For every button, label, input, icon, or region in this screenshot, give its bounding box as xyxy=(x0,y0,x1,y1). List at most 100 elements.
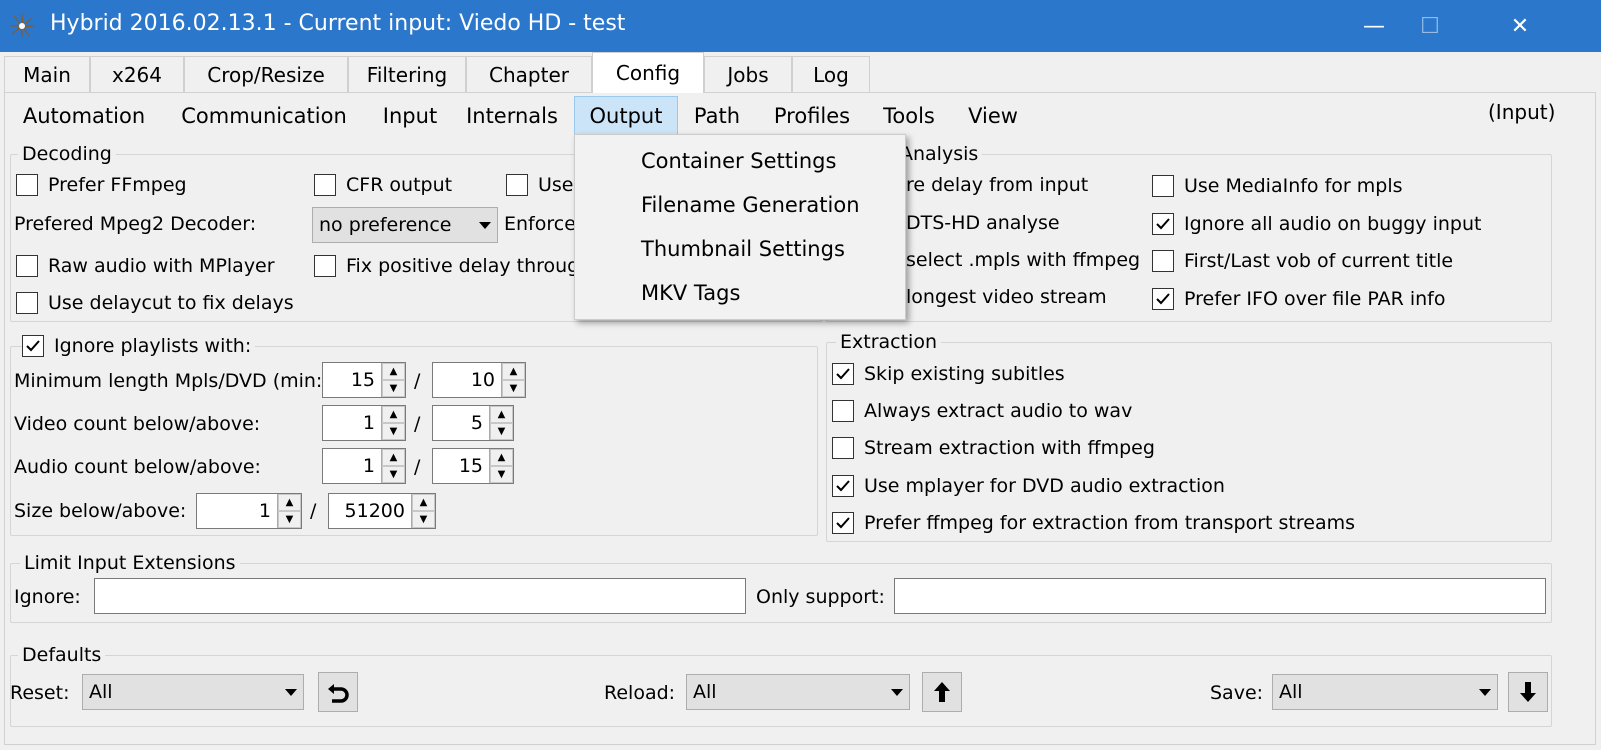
spin-down-icon[interactable]: ▼ xyxy=(490,466,513,483)
reload-label: Reload: xyxy=(604,682,676,704)
minimize-button[interactable]: — xyxy=(1342,0,1406,52)
menu-item-thumbnail-settings[interactable]: Thumbnail Settings xyxy=(641,237,845,261)
ignore-ext-input[interactable] xyxy=(94,578,746,614)
spin-up-icon[interactable]: ▲ xyxy=(490,449,513,466)
save-button[interactable] xyxy=(1508,672,1548,712)
spin-down-icon[interactable]: ▼ xyxy=(278,511,301,528)
video-count-a-spinbox[interactable]: 1 ▲ ▼ xyxy=(322,405,406,441)
spin-down-icon[interactable]: ▼ xyxy=(382,380,405,397)
mpeg2-decoder-label: Prefered Mpeg2 Decoder: xyxy=(14,213,257,235)
mpeg2-decoder-value: no preference xyxy=(319,214,452,236)
menu-internals[interactable]: Internals xyxy=(458,96,566,136)
analysis-left-item-1[interactable]: re delay from input xyxy=(906,174,1088,196)
spin-down-icon[interactable]: ▼ xyxy=(502,380,525,397)
tab-config[interactable]: Config xyxy=(592,52,704,93)
tab-main[interactable]: Main xyxy=(4,56,90,92)
spin-up-icon[interactable]: ▲ xyxy=(412,494,435,511)
analysis-left-item-3[interactable]: select .mpls with ffmpeg xyxy=(906,249,1140,271)
use-mediainfo-mpls-checkbox[interactable]: Use MediaInfo for mpls xyxy=(1152,172,1403,200)
decoding-group-title: Decoding xyxy=(18,143,116,165)
delaycut-checkbox[interactable]: Use delaycut to fix delays xyxy=(16,289,294,317)
menu-item-container-settings[interactable]: Container Settings xyxy=(641,149,836,173)
chevron-down-icon xyxy=(285,688,297,696)
spin-down-icon[interactable]: ▼ xyxy=(412,511,435,528)
maximize-button[interactable]: ☐ xyxy=(1398,0,1462,52)
tab-log[interactable]: Log xyxy=(792,56,870,92)
mplayer-dvd-audio-checkbox[interactable]: Use mplayer for DVD audio extraction xyxy=(832,472,1225,500)
spin-down-icon[interactable]: ▼ xyxy=(382,423,405,440)
reload-button[interactable] xyxy=(922,672,962,712)
menu-automation[interactable]: Automation xyxy=(10,96,158,136)
audio-count-a-spinbox[interactable]: 1 ▲ ▼ xyxy=(322,448,406,484)
audio-count-b-spinbox[interactable]: 15 ▲ ▼ xyxy=(432,448,514,484)
cfr-output-label: CFR output xyxy=(346,174,453,196)
only-support-input[interactable] xyxy=(894,578,1546,614)
size-a-spinbox[interactable]: 1 ▲ ▼ xyxy=(196,493,302,529)
spin-down-icon[interactable]: ▼ xyxy=(382,466,405,483)
tab-jobs[interactable]: Jobs xyxy=(704,56,792,92)
use-partial-checkbox[interactable]: Use xyxy=(506,171,574,199)
menu-path[interactable]: Path xyxy=(686,96,748,136)
tab-x264[interactable]: x264 xyxy=(90,56,184,92)
fix-positive-delay-label: Fix positive delay throug xyxy=(346,255,580,277)
skip-existing-subtitles-checkbox[interactable]: Skip existing subitles xyxy=(832,360,1065,388)
fix-positive-delay-checkbox[interactable]: Fix positive delay throug xyxy=(314,252,579,280)
tab-crop-resize[interactable]: Crop/Resize xyxy=(184,56,348,92)
menu-communication[interactable]: Communication xyxy=(168,96,360,136)
menu-output[interactable]: Output xyxy=(574,96,678,136)
spin-up-icon[interactable]: ▲ xyxy=(278,494,301,511)
min-length-b-value: 10 xyxy=(470,369,495,391)
prefer-ifo-label: Prefer IFO over file PAR info xyxy=(1184,288,1446,310)
menu-item-mkv-tags[interactable]: MKV Tags xyxy=(641,281,740,305)
analysis-group-title: Analysis xyxy=(896,143,983,165)
min-length-a-spinbox[interactable]: 15 ▲ ▼ xyxy=(322,362,406,398)
analysis-left-item-2[interactable]: DTS-HD analyse xyxy=(906,212,1060,234)
reload-select[interactable]: All xyxy=(686,674,910,710)
only-support-label: Only support: xyxy=(756,586,885,608)
menu-tools[interactable]: Tools xyxy=(872,96,946,136)
video-count-b-spinbox[interactable]: 5 ▲ ▼ xyxy=(432,405,514,441)
extract-audio-wav-checkbox[interactable]: Always extract audio to wav xyxy=(832,397,1132,425)
menu-view[interactable]: View xyxy=(958,96,1028,136)
first-last-vob-checkbox[interactable]: First/Last vob of current title xyxy=(1152,247,1453,275)
min-length-b-spinbox[interactable]: 10 ▲ ▼ xyxy=(432,362,526,398)
spin-up-icon[interactable]: ▲ xyxy=(502,363,525,380)
size-b-spinbox[interactable]: 51200 ▲ ▼ xyxy=(328,493,436,529)
video-count-a-value: 1 xyxy=(362,412,375,434)
prefer-ffmpeg-ts-checkbox[interactable]: Prefer ffmpeg for extraction from transp… xyxy=(832,509,1355,537)
tab-chapter[interactable]: Chapter xyxy=(466,56,592,92)
video-count-label: Video count below/above: xyxy=(14,413,261,435)
prefer-ffmpeg-checkbox[interactable]: Prefer FFmpeg xyxy=(16,171,187,199)
stream-extraction-ffmpeg-checkbox[interactable]: Stream extraction with ffmpeg xyxy=(832,434,1155,462)
audio-count-a-value: 1 xyxy=(362,455,375,477)
spin-up-icon[interactable]: ▲ xyxy=(382,363,405,380)
ignore-buggy-audio-label: Ignore all audio on buggy input xyxy=(1184,213,1482,235)
menu-input[interactable]: Input xyxy=(372,96,448,136)
use-partial-label: Use xyxy=(538,174,574,196)
ignore-buggy-audio-checkbox[interactable]: Ignore all audio on buggy input xyxy=(1152,210,1481,238)
raw-audio-checkbox[interactable]: Raw audio with MPlayer xyxy=(16,252,275,280)
reset-button[interactable] xyxy=(318,672,358,712)
spin-up-icon[interactable]: ▲ xyxy=(490,406,513,423)
audio-count-b-value: 15 xyxy=(458,455,483,477)
audio-count-label: Audio count below/above: xyxy=(14,456,261,478)
limit-extensions-title: Limit Input Extensions xyxy=(20,552,240,574)
spin-up-icon[interactable]: ▲ xyxy=(382,406,405,423)
close-button[interactable]: ✕ xyxy=(1488,0,1552,52)
ignore-playlists-checkbox[interactable]: Ignore playlists with: xyxy=(22,332,256,360)
check-icon xyxy=(1156,293,1170,305)
menu-item-filename-generation[interactable]: Filename Generation xyxy=(641,193,860,217)
mplayer-dvd-audio-label: Use mplayer for DVD audio extraction xyxy=(864,475,1225,497)
prefer-ifo-checkbox[interactable]: Prefer IFO over file PAR info xyxy=(1152,285,1445,313)
video-count-b-value: 5 xyxy=(470,412,483,434)
spin-up-icon[interactable]: ▲ xyxy=(382,449,405,466)
analysis-left-item-4[interactable]: longest video stream xyxy=(906,286,1107,308)
reset-select[interactable]: All xyxy=(82,674,304,710)
tab-filtering[interactable]: Filtering xyxy=(348,56,466,92)
menu-profiles[interactable]: Profiles xyxy=(764,96,860,136)
chevron-down-icon xyxy=(1479,688,1491,696)
save-select[interactable]: All xyxy=(1272,674,1498,710)
cfr-output-checkbox[interactable]: CFR output xyxy=(314,171,452,199)
mpeg2-decoder-select[interactable]: no preference xyxy=(312,207,498,243)
spin-down-icon[interactable]: ▼ xyxy=(490,423,513,440)
